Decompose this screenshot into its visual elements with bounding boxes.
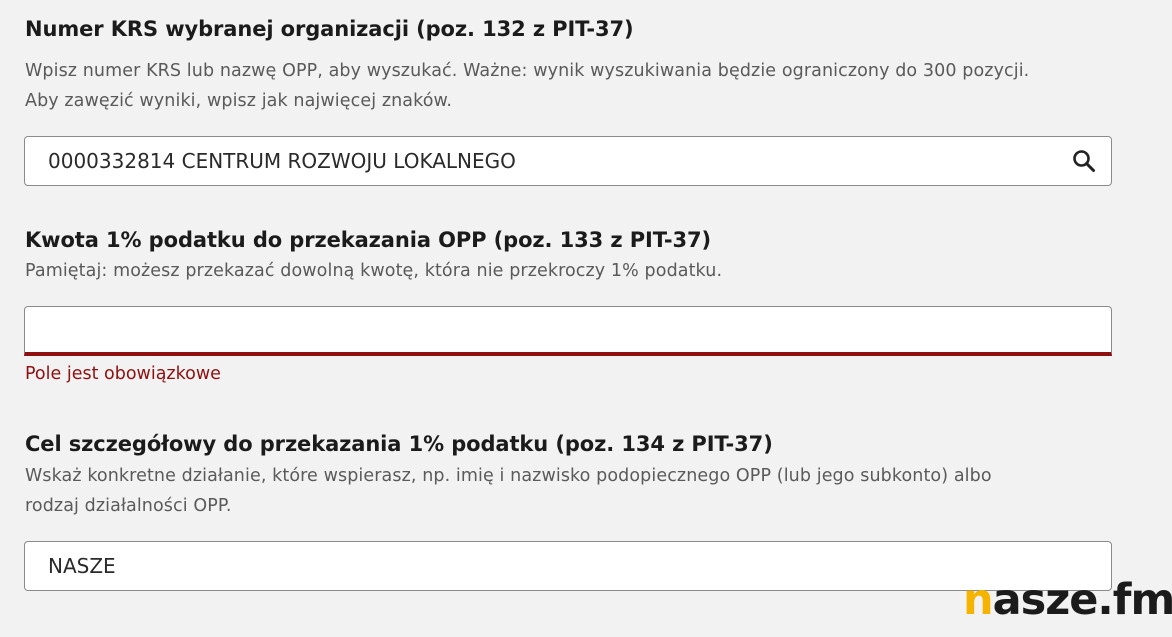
- goal-field-title: Cel szczegółowy do przekazania 1% podatk…: [25, 432, 773, 456]
- krs-search-input[interactable]: [24, 136, 1112, 186]
- logo-rest: asze.fm: [992, 575, 1172, 625]
- amount-input[interactable]: [24, 306, 1112, 356]
- krs-field-hint-line2: Aby zawęzić wyniki, wpisz jak najwięcej …: [25, 91, 453, 111]
- amount-field-hint: Pamiętaj: możesz przekazać dowolną kwotę…: [25, 261, 723, 281]
- logo-first-letter: n: [963, 575, 994, 625]
- search-icon[interactable]: [1071, 148, 1097, 174]
- amount-field-title: Kwota 1% podatku do przekazania OPP (poz…: [25, 228, 711, 252]
- goal-field-hint-line2: rodzaj działalności OPP.: [25, 496, 232, 516]
- krs-field-hint-line1: Wpisz numer KRS lub nazwę OPP, aby wyszu…: [25, 61, 1030, 81]
- amount-error-message: Pole jest obowiązkowe: [25, 364, 221, 384]
- krs-field-title: Numer KRS wybranej organizacji (poz. 132…: [25, 17, 634, 41]
- goal-input[interactable]: [24, 541, 1112, 591]
- goal-field-hint-line1: Wskaż konkretne działanie, które wspiera…: [25, 466, 992, 486]
- nasze-fm-logo: nasze.fm: [963, 575, 1172, 625]
